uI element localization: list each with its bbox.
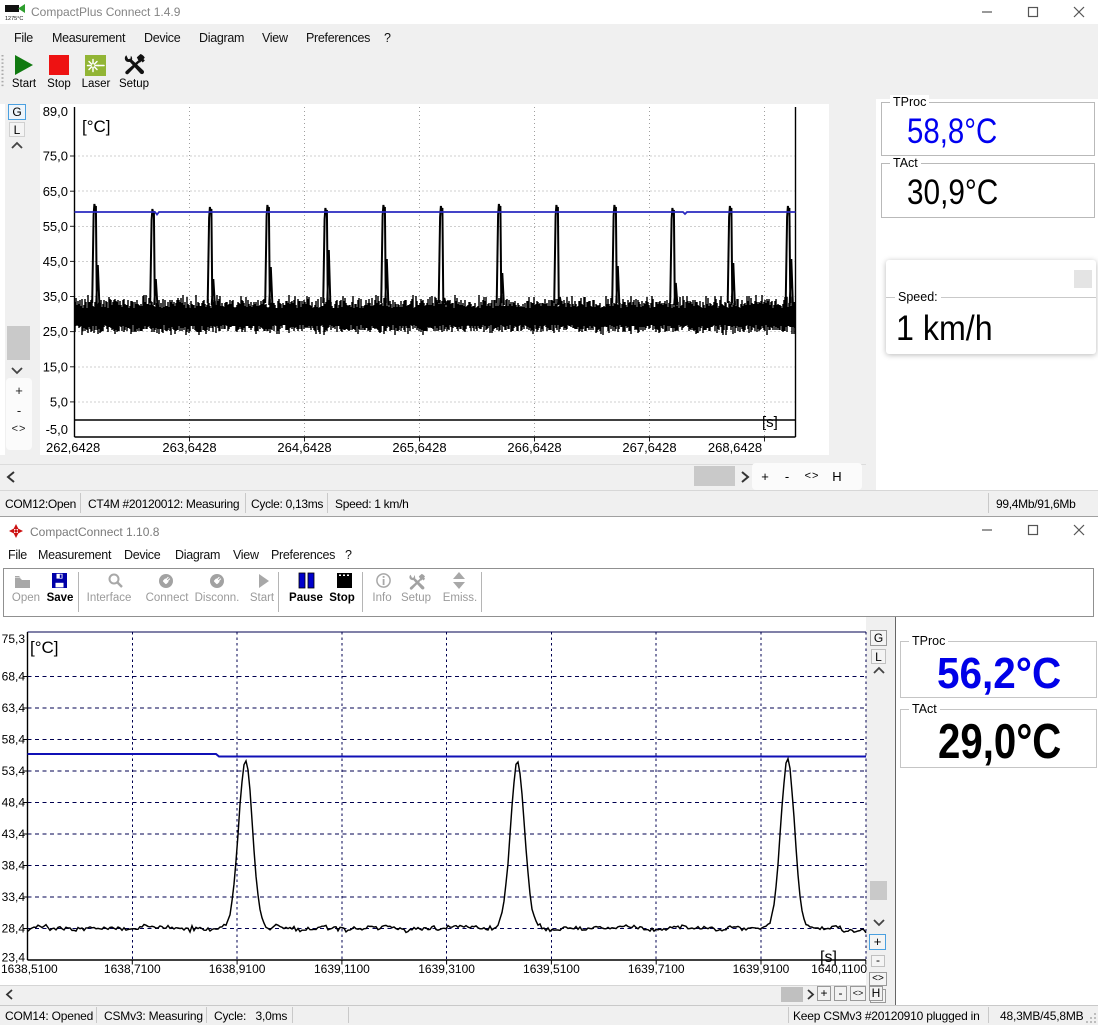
svg-text:63,4: 63,4	[2, 701, 26, 715]
svg-text:1639,9100: 1639,9100	[733, 962, 790, 976]
svg-text:48,4: 48,4	[2, 796, 26, 810]
svg-text:75,3: 75,3	[2, 632, 26, 646]
svg-text:75,0: 75,0	[43, 149, 68, 164]
svg-text:1639,7100: 1639,7100	[628, 962, 685, 976]
svg-text:58,4: 58,4	[2, 733, 26, 747]
svg-text:1638,7100: 1638,7100	[104, 962, 161, 976]
svg-text:1638,5100: 1638,5100	[1, 962, 58, 976]
svg-text:65,0: 65,0	[43, 184, 68, 199]
svg-text:45,0: 45,0	[43, 254, 68, 269]
svg-text:[s]: [s]	[762, 414, 778, 431]
svg-text:[°C]: [°C]	[30, 638, 59, 657]
svg-text:38,4: 38,4	[2, 859, 26, 873]
svg-text:15,0: 15,0	[43, 359, 68, 374]
svg-text:1638,9100: 1638,9100	[209, 962, 266, 976]
svg-text:265,6428: 265,6428	[392, 440, 446, 455]
svg-text:267,6428: 267,6428	[622, 440, 676, 455]
svg-text:28,4: 28,4	[2, 922, 26, 936]
svg-text:33,4: 33,4	[2, 890, 26, 904]
svg-text:[s]: [s]	[820, 949, 837, 966]
svg-text:266,6428: 266,6428	[507, 440, 561, 455]
svg-text:68,4: 68,4	[2, 670, 26, 684]
svg-text:-5,0: -5,0	[46, 422, 68, 437]
svg-text:1639,5100: 1639,5100	[523, 962, 580, 976]
svg-text:[°C]: [°C]	[82, 117, 111, 136]
svg-text:263,6428: 263,6428	[162, 440, 216, 455]
svg-text:1639,1100: 1639,1100	[314, 962, 370, 976]
svg-text:5,0: 5,0	[50, 395, 68, 410]
svg-text:1639,3100: 1639,3100	[418, 962, 475, 976]
svg-text:43,4: 43,4	[2, 827, 26, 841]
svg-text:53,4: 53,4	[2, 764, 26, 778]
svg-text:262,6428: 262,6428	[46, 440, 100, 455]
svg-text:55,0: 55,0	[43, 219, 68, 234]
svg-text:89,0: 89,0	[43, 104, 68, 119]
svg-text:25,0: 25,0	[43, 324, 68, 339]
svg-text:35,0: 35,0	[43, 289, 68, 304]
svg-text:264,6428: 264,6428	[277, 440, 331, 455]
svg-text:268,6428: 268,6428	[708, 440, 762, 455]
svg-text:1275°C: 1275°C	[5, 16, 23, 21]
